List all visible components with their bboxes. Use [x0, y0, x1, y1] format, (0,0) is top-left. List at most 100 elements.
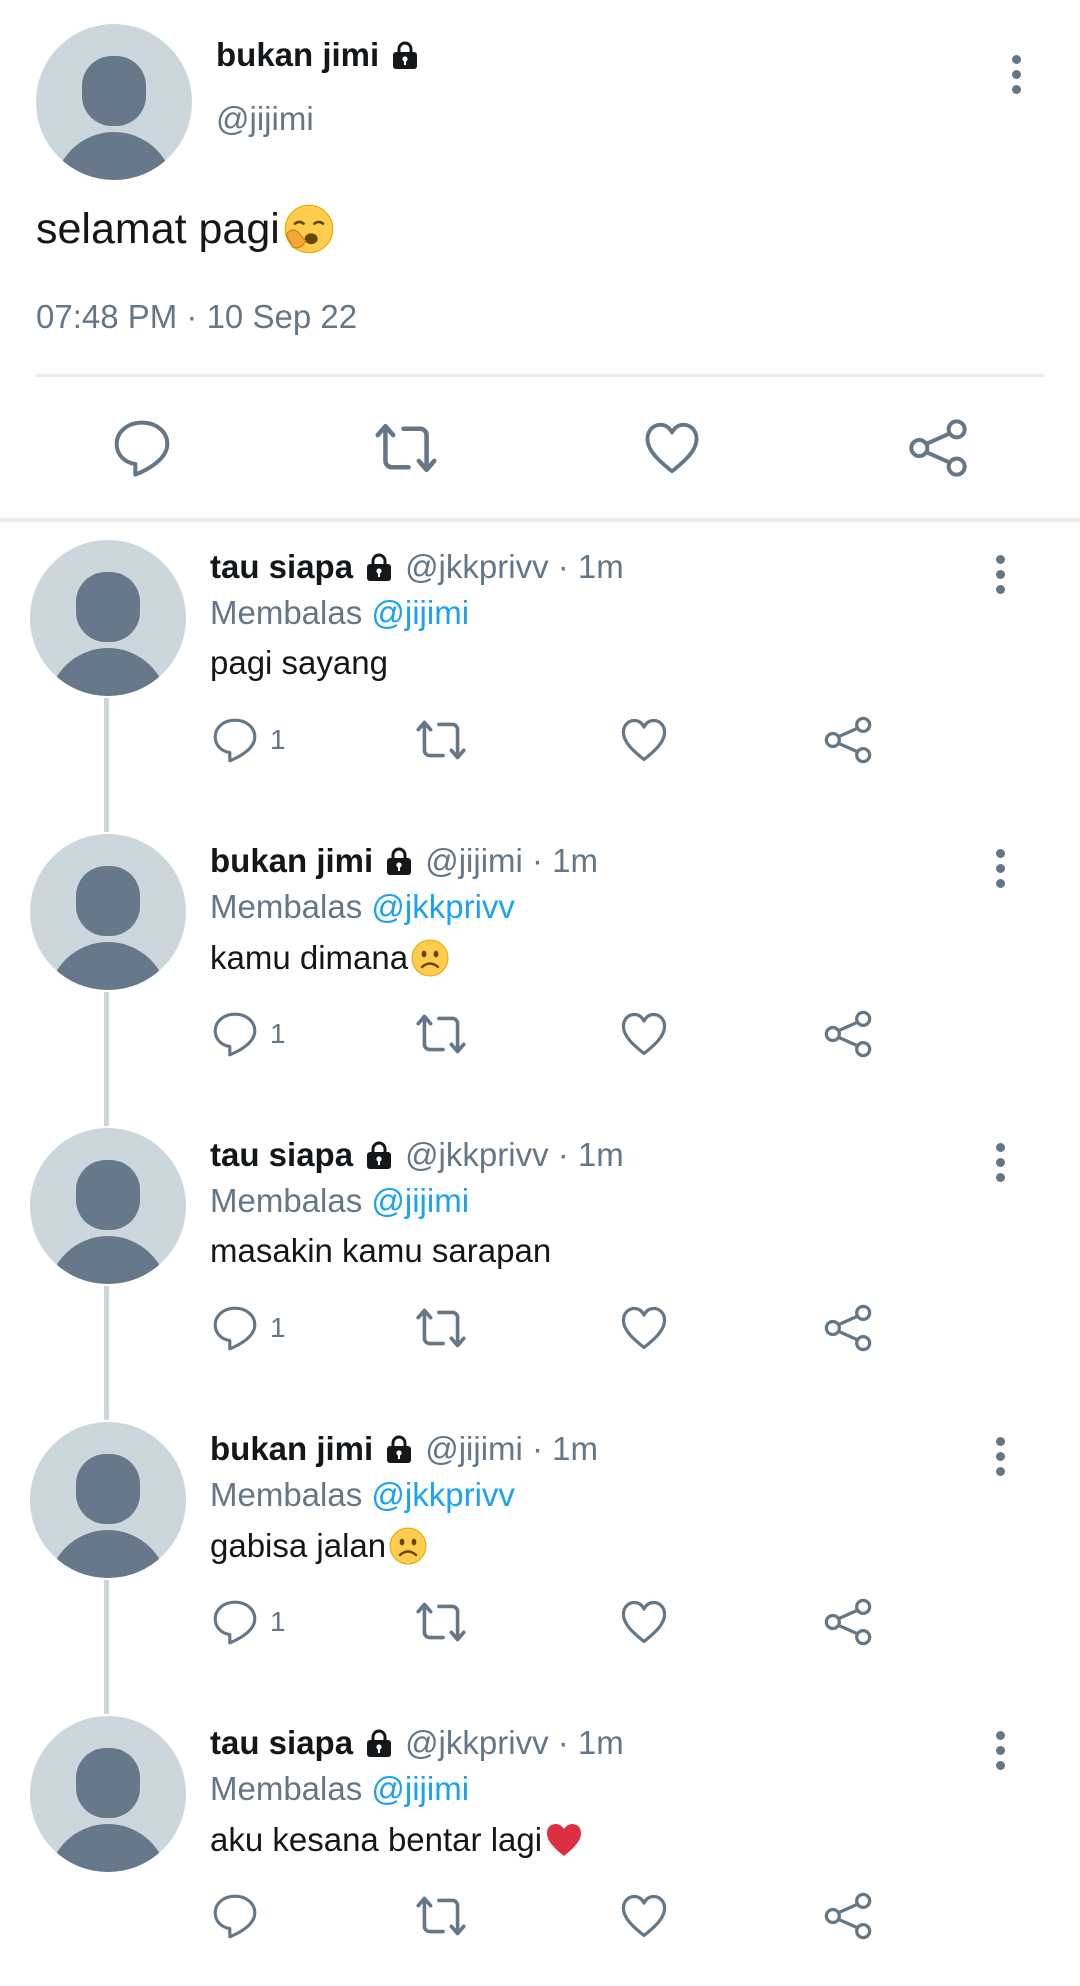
avatar[interactable] — [36, 24, 192, 180]
share-icon — [906, 416, 970, 480]
avatar-body-shape — [48, 942, 168, 990]
reply-header: bukan jimi @jijimi · 1m — [210, 842, 598, 880]
reply-header: tau siapa @jkkprivv · 1m — [210, 1136, 624, 1174]
retweet-icon — [412, 1009, 470, 1059]
reply-button[interactable] — [210, 1886, 270, 1946]
dot-icon — [995, 584, 1005, 594]
reply-icon — [110, 416, 174, 480]
tweet-text-content: selamat pagi — [36, 204, 280, 253]
more-options-button[interactable] — [996, 44, 1036, 104]
reply-actions: 1 — [0, 1298, 1080, 1358]
mention-link[interactable]: @jkkprivv — [371, 1476, 515, 1513]
avatar-head-shape — [76, 572, 140, 642]
reply-count: 1 — [270, 1018, 286, 1049]
reply-header: bukan jimi @jijimi · 1m — [210, 1430, 598, 1468]
reply-text: masakin kamu sarapan — [210, 1232, 551, 1270]
dot-icon — [995, 1466, 1005, 1476]
reply-button[interactable]: 1 — [210, 1004, 286, 1064]
share-icon — [822, 1008, 874, 1060]
share-button[interactable] — [822, 710, 874, 770]
reply-actions: 1 — [0, 1592, 1080, 1652]
reply-tweet[interactable]: bukan jimi @jijimi · 1m Membalas @jkkpri… — [0, 814, 1080, 1108]
dot-icon — [995, 569, 1005, 579]
avatar[interactable] — [30, 1128, 186, 1284]
like-button[interactable] — [618, 1298, 670, 1358]
like-button[interactable] — [618, 710, 670, 770]
dot-icon — [995, 863, 1005, 873]
retweet-button[interactable] — [412, 1004, 470, 1064]
avatar[interactable] — [30, 834, 186, 990]
dot-icon — [995, 1172, 1005, 1182]
retweet-button[interactable] — [412, 1886, 470, 1946]
replying-label: Membalas — [210, 1770, 372, 1807]
lock-icon — [363, 1727, 395, 1759]
avatar[interactable] — [30, 1422, 186, 1578]
retweet-button[interactable] — [366, 408, 446, 488]
reply-icon — [210, 1891, 260, 1941]
author-name[interactable]: bukan jimi — [210, 842, 373, 880]
share-button[interactable] — [822, 1004, 874, 1064]
reply-count: 1 — [270, 1312, 286, 1343]
like-icon — [641, 417, 703, 479]
like-button[interactable] — [618, 1004, 670, 1064]
mention-link[interactable]: @jijimi — [371, 1182, 469, 1219]
more-options-button[interactable] — [980, 544, 1020, 604]
like-button[interactable] — [618, 1886, 670, 1946]
retweet-button[interactable] — [412, 1592, 470, 1652]
reply-tweet[interactable]: bukan jimi @jijimi · 1m Membalas @jkkpri… — [0, 1402, 1080, 1696]
yawning-face-emoji — [282, 202, 336, 256]
more-options-button[interactable] — [980, 1132, 1020, 1192]
tweet-text: selamat pagi — [36, 202, 336, 256]
mention-link[interactable]: @jkkprivv — [371, 888, 515, 925]
reply-button[interactable]: 1 — [210, 710, 286, 770]
reply-icon — [210, 1009, 260, 1059]
author-handle-time: @jkkprivv · 1m — [405, 1724, 624, 1761]
share-button[interactable] — [822, 1298, 874, 1358]
avatar[interactable] — [30, 540, 186, 696]
author-name[interactable]: tau siapa — [210, 548, 353, 586]
share-icon — [822, 714, 874, 766]
avatar[interactable] — [30, 1716, 186, 1872]
reply-tweet[interactable]: tau siapa @jkkprivv · 1m Membalas @jijim… — [0, 1108, 1080, 1402]
dot-icon — [1011, 84, 1021, 94]
reply-tweet[interactable]: tau siapa @jkkprivv · 1m Membalas @jijim… — [0, 1696, 1080, 1986]
like-button[interactable] — [618, 1592, 670, 1652]
dot-icon — [1011, 54, 1021, 64]
reply-button[interactable]: 1 — [210, 1298, 286, 1358]
author-name[interactable]: bukan jimi — [210, 1430, 373, 1468]
more-options-button[interactable] — [980, 1720, 1020, 1780]
reply-text-content: aku kesana bentar lagi — [210, 1821, 543, 1858]
avatar-head-shape — [76, 1748, 140, 1818]
retweet-button[interactable] — [412, 1298, 470, 1358]
lock-icon — [363, 551, 395, 583]
share-button[interactable] — [822, 1886, 874, 1946]
mention-link[interactable]: @jijimi — [371, 1770, 469, 1807]
reply-actions: 1 — [0, 710, 1080, 770]
replying-to: Membalas @jkkprivv — [210, 1476, 515, 1514]
reply-count: 1 — [270, 724, 286, 755]
reply-icon — [210, 1597, 260, 1647]
reply-icon — [210, 1303, 260, 1353]
avatar-body-shape — [48, 1824, 168, 1872]
author-name[interactable]: tau siapa — [210, 1136, 353, 1174]
retweet-icon — [412, 715, 470, 765]
like-button[interactable] — [632, 408, 712, 488]
reply-tweet[interactable]: tau siapa @jkkprivv · 1m Membalas @jijim… — [0, 520, 1080, 814]
author-name[interactable]: bukan jimi — [216, 36, 421, 74]
more-options-button[interactable] — [980, 1426, 1020, 1486]
mention-link[interactable]: @jijimi — [371, 594, 469, 631]
more-options-button[interactable] — [980, 838, 1020, 898]
reply-button[interactable]: 1 — [210, 1592, 286, 1652]
lock-icon — [389, 39, 421, 71]
share-button[interactable] — [822, 1592, 874, 1652]
avatar-head-shape — [82, 56, 146, 126]
retweet-icon — [412, 1303, 470, 1353]
dot-icon — [995, 1142, 1005, 1152]
author-name[interactable]: tau siapa — [210, 1724, 353, 1762]
main-tweet: bukan jimi @jijimi selamat pagi 07:48 PM… — [0, 0, 1080, 518]
retweet-button[interactable] — [412, 710, 470, 770]
author-handle[interactable]: @jijimi — [216, 100, 314, 138]
reply-button[interactable] — [102, 408, 182, 488]
share-button[interactable] — [898, 408, 978, 488]
slightly-frowning-face-emoji — [410, 938, 450, 978]
